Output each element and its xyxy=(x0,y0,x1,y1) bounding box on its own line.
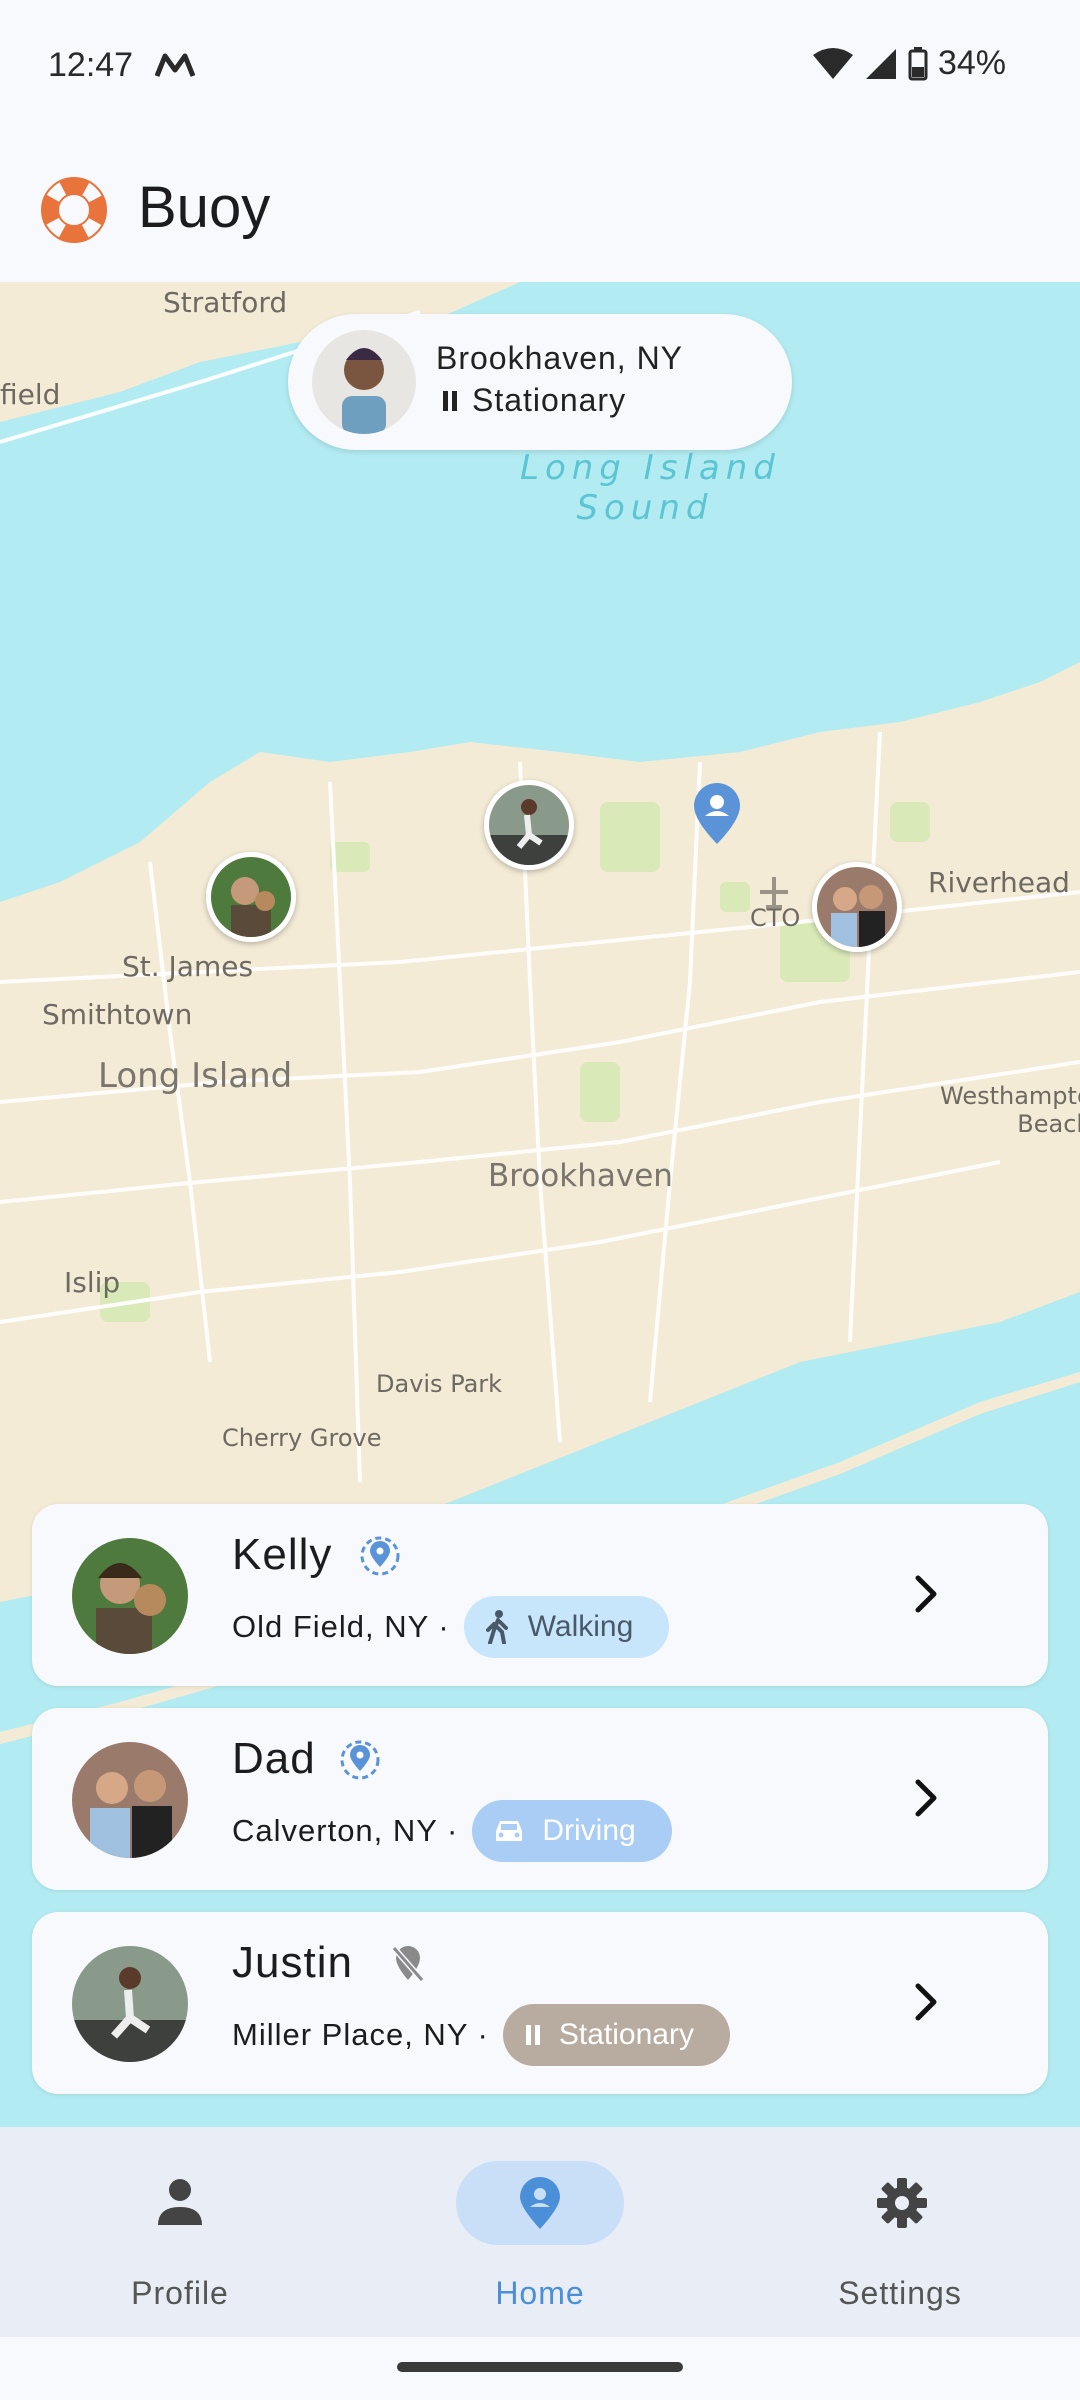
gesture-handle[interactable] xyxy=(397,2362,683,2372)
home-pin-icon xyxy=(520,2177,560,2229)
map-label-davis-park: Davis Park xyxy=(376,1370,503,1398)
person-name: Justin xyxy=(232,1938,353,1987)
battery-percent: 34% xyxy=(937,44,1006,82)
chevron-right-icon[interactable] xyxy=(914,1982,938,2022)
nav-settings[interactable]: Settings xyxy=(750,2127,1050,2337)
nav-home[interactable]: Home xyxy=(390,2127,690,2337)
activity-label: Driving xyxy=(542,1814,636,1847)
person-card-dad[interactable]: Dad Calverton, NY · Driving xyxy=(32,1708,1048,1890)
self-location-card[interactable]: Brookhaven, NY Stationary xyxy=(288,314,792,450)
person-place: Calverton, NY · xyxy=(232,1813,459,1848)
map-label-brookhaven: Brookhaven xyxy=(488,1158,673,1194)
self-location-place: Brookhaven, NY xyxy=(436,340,684,376)
car-icon xyxy=(496,1821,523,1841)
gmail-m-icon xyxy=(155,53,195,77)
person-name: Dad xyxy=(232,1734,316,1783)
walking-icon xyxy=(485,1610,508,1644)
person-card-justin[interactable]: Justin Miller Place, NY · Stationary xyxy=(32,1912,1048,2094)
person-icon xyxy=(158,2179,202,2225)
self-pin-icon[interactable] xyxy=(690,780,744,846)
nav-label: Home xyxy=(495,2275,585,2311)
status-time: 12:47 xyxy=(48,46,134,84)
activity-chip: Stationary xyxy=(502,2004,730,2066)
activity-label: Stationary xyxy=(558,2018,694,2051)
status-bar: 12:47 34% xyxy=(0,0,1080,140)
avatar xyxy=(72,1946,188,2062)
map-label-riverhead: Riverhead xyxy=(928,866,1070,899)
map-label-stratford: Stratford xyxy=(163,286,288,319)
location-sharing-icon xyxy=(340,1740,380,1780)
avatar xyxy=(72,1538,188,1654)
map-label-smithtown: Smithtown xyxy=(42,998,193,1031)
map-pin-kelly[interactable] xyxy=(206,852,296,942)
pause-icon xyxy=(443,390,457,411)
bottom-navigation: Profile Home Settings xyxy=(0,2127,1080,2337)
nav-label: Profile xyxy=(131,2275,229,2311)
map-label-field: field xyxy=(0,378,61,411)
person-details: Miller Place, NY · Stationary xyxy=(232,2004,730,2066)
person-place: Miller Place, NY · xyxy=(232,2017,489,2052)
chevron-right-icon[interactable] xyxy=(914,1574,938,1614)
activity-label: Walking xyxy=(527,1610,634,1643)
map-label-st-james: St. James xyxy=(122,950,254,983)
person-details: Calverton, NY · Driving xyxy=(232,1800,672,1862)
map-label-cherry-grove: Cherry Grove xyxy=(222,1424,382,1452)
nav-label: Settings xyxy=(838,2275,962,2311)
map-pin-dad[interactable] xyxy=(812,862,902,952)
self-avatar xyxy=(312,330,416,434)
map-label-cto: CTO xyxy=(750,904,801,932)
self-location-status-label: Stationary xyxy=(472,382,627,418)
activity-chip: Walking xyxy=(463,1596,670,1658)
map-view[interactable]: Stratford field Long Island Sound St. Ja… xyxy=(0,282,1080,2127)
pause-icon xyxy=(525,2025,540,2045)
person-place: Old Field, NY · xyxy=(232,1609,450,1644)
self-location-status: Stationary xyxy=(442,382,626,419)
location-sharing-icon xyxy=(360,1536,400,1576)
avatar xyxy=(72,1742,188,1858)
nav-profile[interactable]: Profile xyxy=(30,2127,330,2337)
map-label-westhampton: Westhampto Beach xyxy=(940,1082,1080,1138)
person-card-kelly[interactable]: Kelly Old Field, NY · Walking xyxy=(32,1504,1048,1686)
map-label-sound: Long Island Sound xyxy=(520,448,781,528)
wifi-icon xyxy=(812,47,853,79)
status-icons: 34% xyxy=(812,44,1006,83)
lifebuoy-icon xyxy=(41,177,107,243)
app-title: Buoy xyxy=(138,175,271,240)
signal-icon xyxy=(865,48,896,79)
map-pin-justin[interactable] xyxy=(484,780,574,870)
map-label-islip: Islip xyxy=(64,1266,121,1299)
person-details: Old Field, NY · Walking xyxy=(232,1596,670,1658)
activity-chip: Driving xyxy=(472,1800,672,1862)
gesture-area xyxy=(0,2337,1080,2400)
gear-icon xyxy=(877,2178,927,2228)
chevron-right-icon[interactable] xyxy=(914,1778,938,1818)
battery-icon xyxy=(908,46,928,80)
location-off-icon xyxy=(391,1946,425,1982)
app-bar: Buoy xyxy=(0,140,1080,282)
map-label-long-island: Long Island xyxy=(98,1056,293,1096)
person-name: Kelly xyxy=(232,1530,333,1579)
